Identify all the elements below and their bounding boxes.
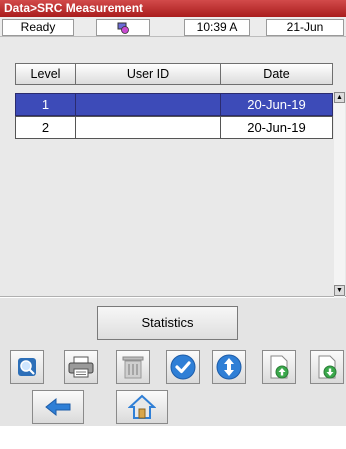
accept-button[interactable]	[166, 350, 200, 384]
window-title: Data>SRC Measurement	[0, 0, 346, 17]
status-bar: Ready 10:39 A 21-Jun	[0, 17, 346, 37]
date-cell: 20-Jun-19	[220, 116, 333, 139]
checkmark-icon	[170, 354, 196, 380]
scroll-up-arrow-icon[interactable]: ▲	[334, 92, 345, 103]
network-icon	[96, 19, 150, 36]
back-arrow-icon	[45, 397, 71, 417]
export-icon	[270, 355, 289, 379]
statistics-button[interactable]: Statistics	[97, 306, 238, 340]
status-time: 10:39 A	[184, 19, 250, 36]
date-cell: 20-Jun-19	[220, 93, 333, 116]
export-button[interactable]	[262, 350, 296, 384]
table-row[interactable]: 2 20-Jun-19	[15, 116, 333, 139]
measurement-table: Level User ID Date 1 20-Jun-19 2 20-Jun-…	[0, 37, 346, 297]
sort-button[interactable]	[212, 350, 246, 384]
import-icon	[318, 355, 337, 379]
level-cell: 1	[15, 93, 76, 116]
delete-button[interactable]	[116, 350, 150, 384]
search-button[interactable]	[10, 350, 44, 384]
table-row[interactable]: 1 20-Jun-19	[15, 93, 333, 116]
trash-icon	[122, 356, 144, 379]
print-icon	[68, 356, 94, 378]
status-state: Ready	[2, 19, 74, 36]
status-date: 21-Jun	[266, 19, 344, 36]
scroll-down-arrow-icon[interactable]: ▼	[334, 285, 345, 296]
table-scrollbar[interactable]: ▲ ▼	[334, 92, 345, 299]
home-button[interactable]	[116, 390, 168, 424]
import-button[interactable]	[310, 350, 344, 384]
print-button[interactable]	[64, 350, 98, 384]
column-header-user-id[interactable]: User ID	[75, 63, 221, 85]
magnify-icon	[18, 358, 36, 376]
column-header-level[interactable]: Level	[15, 63, 76, 85]
back-button[interactable]	[32, 390, 84, 424]
home-icon	[128, 394, 156, 419]
column-header-date[interactable]: Date	[220, 63, 333, 85]
user-id-cell	[75, 93, 221, 116]
level-cell: 2	[15, 116, 76, 139]
sort-icon	[216, 354, 242, 380]
user-id-cell	[75, 116, 221, 139]
